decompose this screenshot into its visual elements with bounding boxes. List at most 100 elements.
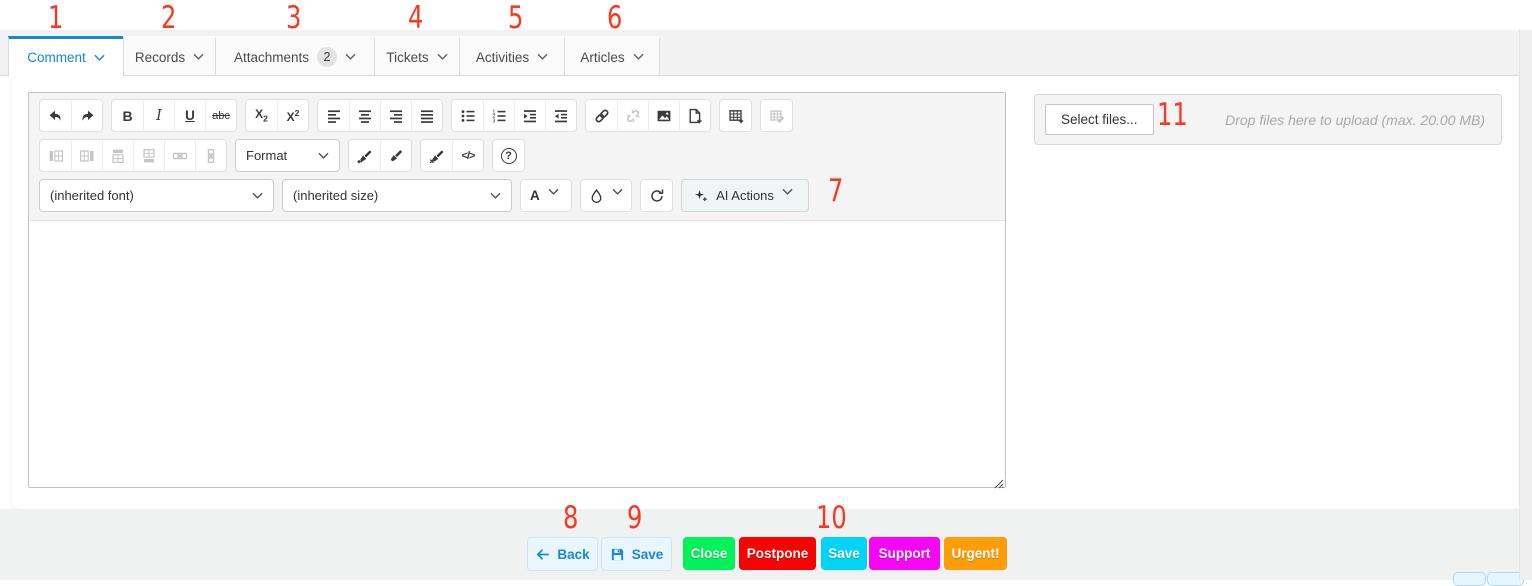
insert-unordered-list-button[interactable] bbox=[452, 100, 483, 131]
outdent-button[interactable] bbox=[545, 100, 576, 131]
redo-button[interactable] bbox=[71, 100, 102, 131]
tab-articles[interactable]: Articles bbox=[564, 36, 660, 76]
align-left-button[interactable] bbox=[318, 100, 349, 131]
apply-format-button[interactable] bbox=[380, 140, 411, 171]
toolbar-group bbox=[317, 99, 443, 132]
editor-toolbar: B I Uabc X2 X2 1 2 3 Format </>? (inherited font… bbox=[29, 93, 1005, 221]
col-add-right-icon bbox=[79, 148, 95, 164]
image-icon bbox=[656, 108, 672, 124]
superscript-glyph: X2 bbox=[286, 107, 300, 124]
toolbar-row-2: Format </>? bbox=[39, 139, 995, 172]
table-properties-button bbox=[761, 100, 792, 131]
drop-files-hint: Drop files here to upload (max. 20.00 MB… bbox=[1225, 111, 1485, 128]
resize-handle[interactable] bbox=[994, 476, 1004, 489]
ai-actions-dropdown[interactable]: AI Actions bbox=[681, 179, 809, 212]
tab-label: Articles bbox=[580, 49, 625, 65]
insert-ordered-list-button[interactable]: 123 bbox=[483, 100, 514, 131]
tab-bar: Comment Records Attachments 2 Tickets Activit… bbox=[8, 36, 660, 77]
bold-button[interactable]: B bbox=[112, 100, 143, 131]
toolbar-group bbox=[585, 99, 711, 132]
chevron-down-icon bbox=[252, 192, 263, 200]
chevron-down-icon bbox=[318, 152, 329, 160]
add-row-above-button bbox=[102, 140, 133, 171]
bold-glyph: B bbox=[122, 107, 133, 124]
back-button-label: Back bbox=[557, 546, 590, 562]
text-color-glyph: A bbox=[530, 188, 540, 203]
close-action-button[interactable]: Close bbox=[683, 537, 735, 570]
tab-attachments[interactable]: Attachments 2 bbox=[215, 36, 375, 76]
scrollbar-track[interactable] bbox=[1519, 30, 1532, 580]
file-dropzone[interactable]: Select files... Drop files here to uploa… bbox=[1034, 94, 1502, 145]
toolbar-group bbox=[719, 99, 752, 132]
bottom-right-button-1[interactable] bbox=[1453, 572, 1486, 586]
add-row-below-button bbox=[133, 140, 164, 171]
toolbar-group bbox=[348, 139, 412, 172]
tab-tickets[interactable]: Tickets bbox=[374, 36, 460, 76]
align-right-button[interactable] bbox=[380, 100, 411, 131]
align-center-icon bbox=[357, 108, 373, 124]
postpone-action-button[interactable]: Postpone bbox=[739, 537, 816, 570]
underline-button[interactable]: U bbox=[174, 100, 205, 131]
brush-clear-icon bbox=[429, 148, 445, 164]
droplet-icon bbox=[589, 188, 604, 203]
format-dropdown[interactable]: Format bbox=[235, 139, 340, 172]
support-action-button[interactable]: Support bbox=[869, 537, 940, 570]
toolbar-row-3: (inherited font) (inherited size) A AI Acti… bbox=[39, 179, 995, 212]
copy-format-button[interactable] bbox=[349, 140, 380, 171]
tab-label: Records bbox=[134, 49, 186, 65]
editor-content-area[interactable] bbox=[29, 221, 1005, 489]
urgent-action-button[interactable]: Urgent! bbox=[944, 537, 1007, 570]
tab-label: Attachments bbox=[233, 49, 310, 65]
undo-button[interactable] bbox=[40, 100, 71, 131]
chevron-down-icon bbox=[94, 54, 105, 62]
insert-file-button[interactable] bbox=[679, 100, 710, 131]
toolbar-group: 123 bbox=[451, 99, 577, 132]
align-justify-button[interactable] bbox=[411, 100, 442, 131]
toolbar-group bbox=[640, 179, 673, 212]
help-button[interactable]: ? bbox=[493, 140, 524, 171]
list-numbered-icon: 123 bbox=[491, 108, 507, 124]
toolbar-group: </> bbox=[420, 139, 484, 172]
align-center-button[interactable] bbox=[349, 100, 380, 131]
row-add-above-icon bbox=[110, 148, 126, 164]
create-table-button[interactable] bbox=[720, 100, 751, 131]
back-arrow-icon bbox=[535, 547, 550, 562]
indent-icon bbox=[522, 108, 538, 124]
chevron-down-icon bbox=[193, 53, 204, 61]
attachments-count-badge: 2 bbox=[317, 47, 338, 67]
font-size-label: (inherited size) bbox=[293, 188, 379, 203]
insert-link-button[interactable] bbox=[586, 100, 617, 131]
chevron-down-icon bbox=[437, 53, 448, 61]
toolbar-group bbox=[39, 139, 227, 172]
italic-button[interactable]: I bbox=[143, 100, 174, 131]
tab-label: Tickets bbox=[386, 49, 429, 65]
strikethrough-button[interactable]: abc bbox=[205, 100, 236, 131]
clear-format-button[interactable] bbox=[421, 140, 452, 171]
back-button[interactable]: Back bbox=[527, 537, 598, 571]
select-files-button[interactable]: Select files... bbox=[1045, 104, 1154, 135]
outdent-icon bbox=[553, 108, 569, 124]
subscript-button[interactable]: X2 bbox=[246, 100, 277, 131]
align-justify-icon bbox=[419, 108, 435, 124]
tab-activities[interactable]: Activities bbox=[459, 36, 565, 76]
strikethrough-glyph: abc bbox=[212, 109, 230, 122]
font-size-dropdown[interactable]: (inherited size) bbox=[282, 179, 512, 212]
save-button[interactable]: Save bbox=[601, 537, 672, 571]
tab-records[interactable]: Records bbox=[123, 36, 216, 76]
superscript-button[interactable]: X2 bbox=[277, 100, 308, 131]
toolbar-group: B I Uabc bbox=[111, 99, 237, 132]
background-color-dropdown[interactable] bbox=[580, 179, 632, 212]
cleanup-formatting-button[interactable] bbox=[641, 180, 672, 211]
insert-image-button[interactable] bbox=[648, 100, 679, 131]
font-family-dropdown[interactable]: (inherited font) bbox=[39, 179, 274, 212]
tab-comment[interactable]: Comment bbox=[8, 36, 124, 77]
tab-label: Activities bbox=[475, 49, 530, 65]
view-source-button[interactable]: </> bbox=[452, 140, 483, 171]
chevron-down-icon bbox=[612, 188, 623, 203]
align-right-icon bbox=[388, 108, 404, 124]
indent-button[interactable] bbox=[514, 100, 545, 131]
toolbar-row-1: B I Uabc X2 X2 1 2 3 bbox=[39, 99, 995, 132]
save-action-button[interactable]: Save bbox=[821, 537, 867, 570]
text-color-dropdown[interactable]: A bbox=[520, 179, 572, 212]
subscript-glyph: X2 bbox=[255, 107, 268, 124]
